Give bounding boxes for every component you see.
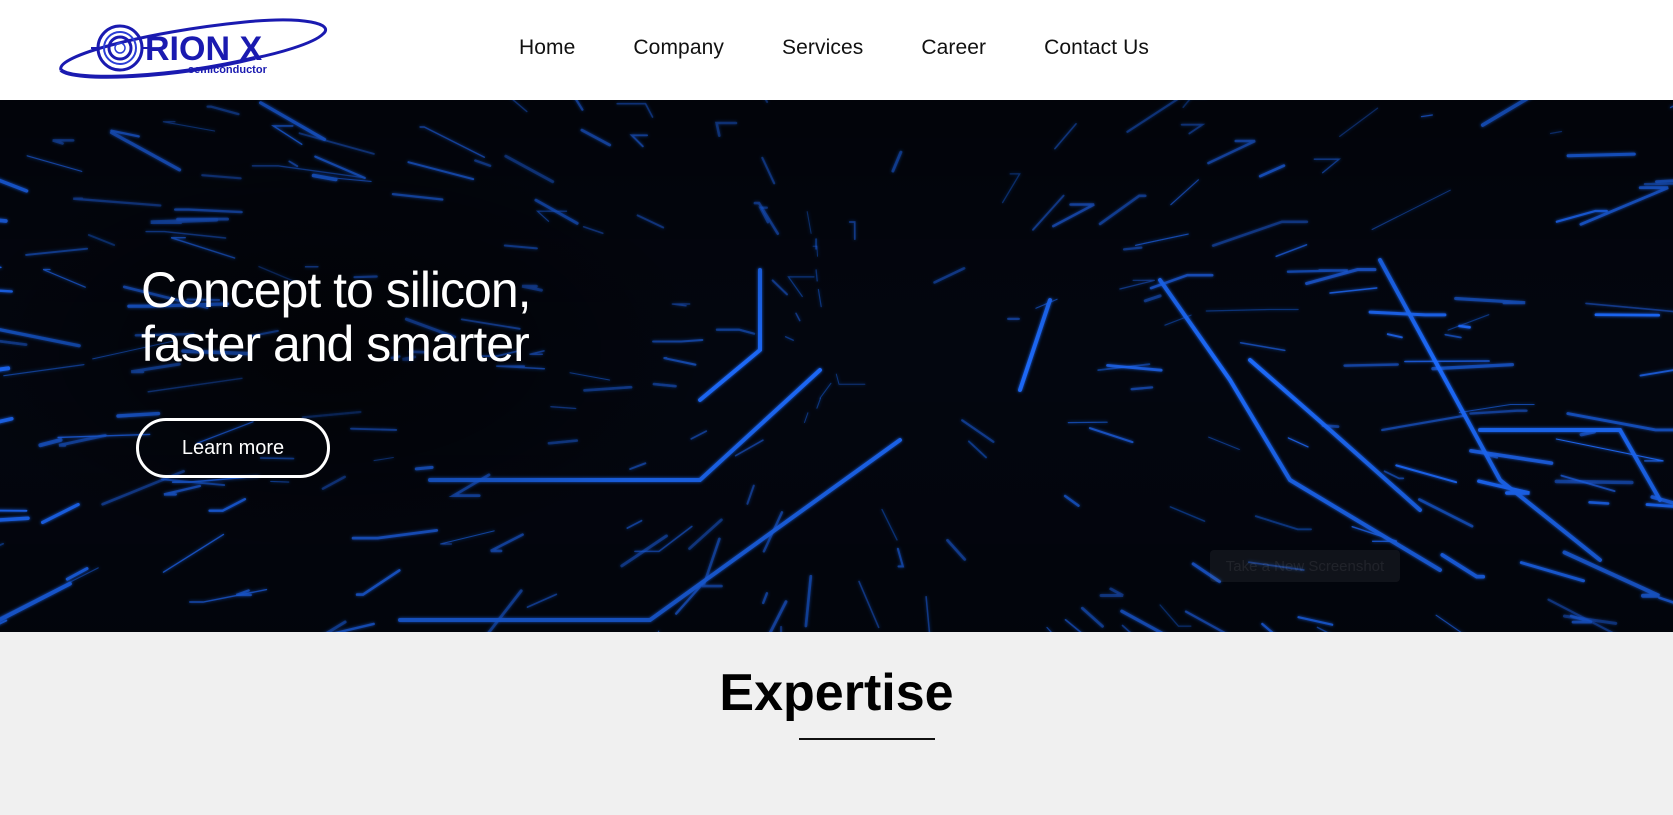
orionx-logo[interactable]: RION X semiconductor	[55, 12, 330, 82]
hero-headline: Concept to silicon, faster and smarter	[141, 263, 701, 371]
logo-subtext: semiconductor	[188, 64, 268, 76]
hero-headline-line-1: Concept to silicon,	[141, 262, 532, 318]
nav-contact-us[interactable]: Contact Us	[1044, 36, 1149, 60]
screenshot-tooltip: Take a New Screenshot	[1210, 550, 1400, 582]
site-header: RION X semiconductor Home Company Servic…	[0, 0, 1673, 100]
hero-banner: Concept to silicon, faster and smarter L…	[0, 100, 1673, 632]
nav-career[interactable]: Career	[921, 36, 986, 60]
main-nav: Home Company Services Career Contact Us	[519, 0, 1149, 96]
expertise-heading: Expertise	[719, 664, 954, 722]
heading-underline	[799, 738, 935, 740]
logo-wordmark: RION X	[145, 30, 262, 68]
learn-more-button[interactable]: Learn more	[136, 418, 330, 478]
hero-headline-line-2: faster and smarter	[141, 316, 530, 372]
nav-services[interactable]: Services	[782, 36, 863, 60]
nav-home[interactable]: Home	[519, 36, 575, 60]
nav-company[interactable]: Company	[633, 36, 724, 60]
